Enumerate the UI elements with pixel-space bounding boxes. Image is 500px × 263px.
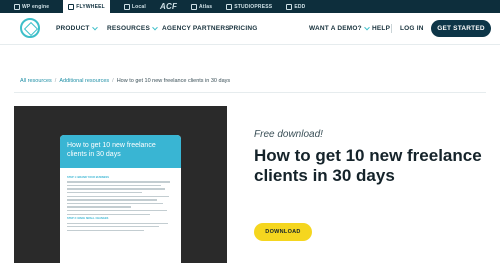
ebook-cover-title: How to get 10 new freelance clients in 3… [60,135,181,168]
nav-resources-label: RESOURCES [107,25,150,32]
breadcrumb-current: How to get 10 new freelance clients in 3… [116,78,231,84]
brand-label: EDD [294,3,306,10]
nav-product[interactable]: PRODUCT [56,24,98,32]
ebook-cover-body: STEP 1: BRAND YOUR BUSINESS STEP 2: MAKE… [60,168,181,239]
ebook-section-heading: STEP 2: MAKE SMALL CHANGES [67,217,109,221]
studiopress-icon [226,3,233,10]
brand-label: FLYWHEEL [76,3,105,10]
brand-label: STUDIOPRESS [234,3,273,10]
brand-label: ACF [159,2,178,11]
brand-label: Atlas [199,3,213,10]
brand-link-atlas[interactable]: Atlas [191,3,213,10]
chevron-down-icon [91,24,98,30]
brand-link-edd[interactable]: EDD [286,3,306,10]
nav-pricing[interactable]: PRICING [229,25,258,32]
breadcrumb-separator: / [54,78,57,84]
brand-link-flywheel[interactable]: FLYWHEEL [63,0,110,13]
ebook-cover: How to get 10 new freelance clients in 3… [60,135,181,263]
flywheel-icon [68,3,75,10]
edd-icon [286,3,293,10]
nav-want-a-demo[interactable]: WANT A DEMO? [309,24,370,32]
text-line [67,188,166,190]
brand-link-wpengine[interactable]: WP engine [14,3,50,10]
nav-resources[interactable]: RESOURCES [107,24,158,32]
nav-login[interactable]: LOG IN [400,25,424,32]
chevron-down-icon [152,24,158,30]
brand-bar: WP engine FLYWHEEL Local ACF Atlas STUDI… [0,0,500,13]
nav-product-label: PRODUCT [56,25,90,32]
brand-link-local[interactable]: Local [123,3,146,10]
local-icon [123,3,130,10]
text-line [67,202,164,205]
breadcrumb-additional-resources[interactable]: Additional resources [59,78,109,84]
text-line [67,192,142,194]
text-line [67,195,169,197]
text-line [67,229,145,232]
breadcrumb-separator: / [112,78,114,84]
wpengine-icon [14,3,20,10]
brand-label: WP engine [22,3,50,10]
breadcrumb-all-resources[interactable]: All resources [20,78,52,84]
download-button[interactable]: DOWNLOAD [254,223,312,241]
nav-help[interactable]: HELP [372,25,390,32]
text-line [67,210,167,212]
ebook-preview-image: How to get 10 new freelance clients in 3… [14,106,227,263]
free-download-eyebrow: Free download! [254,129,323,140]
divider [14,92,486,93]
nav-demo-label: WANT A DEMO? [309,25,362,32]
ebook-section-heading: STEP 1: BRAND YOUR BUSINESS [67,176,109,179]
text-line [67,226,160,228]
brand-link-acf[interactable]: ACF [160,2,177,11]
atlas-icon [191,3,198,10]
text-line [67,184,162,187]
nav-agency-partners[interactable]: AGENCY PARTNERS [162,25,230,32]
brand-link-studiopress[interactable]: STUDIOPRESS [226,3,273,10]
text-line [67,222,168,224]
text-line [67,181,170,183]
page-title: How to get 10 new freelance clients in 3… [254,146,482,185]
text-line [67,206,132,208]
chevron-down-icon [364,24,370,30]
text-line [67,199,157,201]
nav-divider [391,24,392,33]
text-line [67,213,151,215]
breadcrumb: All resources / Additional resources / H… [20,78,230,84]
get-started-button[interactable]: GET STARTED [431,20,491,37]
flywheel-logo-icon[interactable] [20,18,40,38]
main-nav: PRODUCT RESOURCES AGENCY PARTNERS PRICIN… [0,13,500,45]
brand-label: Local [131,3,146,10]
